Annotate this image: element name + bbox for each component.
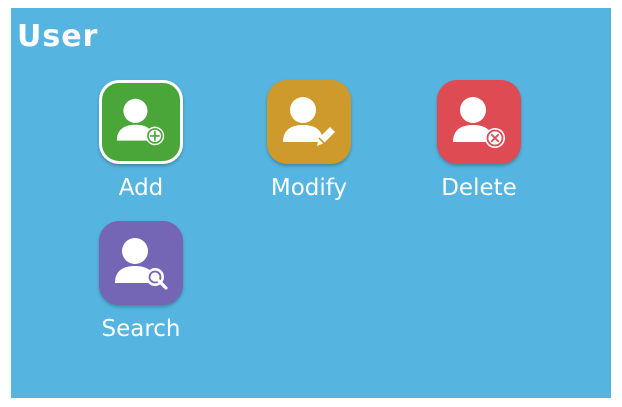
user-modify-icon: [283, 97, 335, 146]
modify-user-button[interactable]: Modify: [249, 80, 369, 220]
add-user-button[interactable]: Add: [81, 80, 201, 220]
modify-user-icon-tile[interactable]: [267, 80, 351, 164]
modify-label: Modify: [270, 175, 348, 201]
delete-label: Delete: [441, 175, 517, 201]
add-label: Add: [118, 175, 164, 201]
page-title: User: [17, 19, 99, 54]
delete-user-icon-tile[interactable]: [437, 80, 521, 164]
add-user-icon-tile[interactable]: [99, 80, 183, 164]
search-user-button[interactable]: Search: [81, 221, 201, 361]
user-add-icon: [116, 98, 165, 146]
user-search-icon: [115, 238, 168, 290]
user-screen: User Add Modify Delete Search: [11, 8, 611, 398]
search-label: Search: [101, 316, 181, 342]
delete-user-button[interactable]: Delete: [419, 80, 539, 220]
search-user-icon-tile[interactable]: [99, 221, 183, 305]
user-delete-icon: [453, 97, 505, 148]
